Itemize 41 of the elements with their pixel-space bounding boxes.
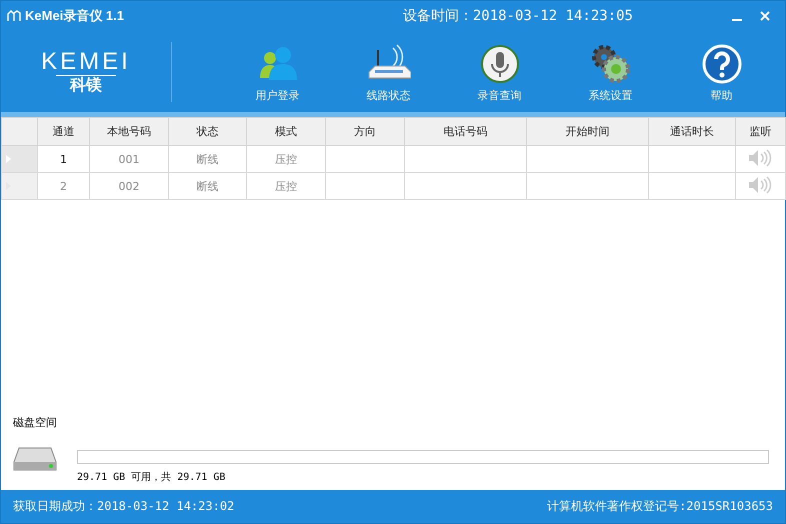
disk-space-reading: 29.71 GB 可用，共 29.71 GB [77,470,226,484]
toolbar-button[interactable]: 系统设置 [555,34,666,109]
row-header-corner [2,118,38,146]
column-header: 模式 [246,118,326,146]
column-header: 通道 [38,118,90,146]
registration-number: 计算机软件著作权登记号:2015SR103653 [547,498,773,515]
gears-icon [590,44,632,84]
row-header[interactable] [2,146,38,172]
column-header: 电话号码 [404,118,526,146]
close-icon [760,11,770,21]
speaker-icon[interactable] [748,176,774,194]
speaker-icon[interactable] [748,148,774,166]
disk-space-label: 磁盘空间 [13,415,58,430]
table-cell: 2 [38,172,90,200]
table-cell: 1 [38,146,90,172]
toolbar-button[interactable]: 用户登录 [222,34,333,109]
toolbar-button[interactable]: 线路状态 [333,34,444,109]
toolbar-button[interactable]: 录音查询 [444,34,555,109]
app-icon [7,10,21,22]
table-cell: 断线 [168,172,246,200]
column-header: 通话时长 [648,118,736,146]
microphone-icon [480,44,520,84]
logo-wordmark: KEMEI [41,49,131,75]
help-icon [702,44,742,84]
logo-subtitle: 科镁 [56,75,116,94]
column-header: 监听 [736,118,786,146]
table-cell: 001 [90,146,168,172]
minimize-icon [732,19,742,21]
column-header: 状态 [168,118,246,146]
toolbar-button[interactable]: 帮助 [666,34,777,109]
column-header: 本地号码 [90,118,168,146]
row-header[interactable] [2,172,38,200]
status-text: 获取日期成功：2018-03-12 14:23:02 [13,498,234,515]
column-header: 开始时间 [526,118,648,146]
device-time: 设备时间：2018-03-12 14:23:05 [402,7,633,25]
table-cell: 压控 [246,172,326,200]
window-title: KeMei录音仪 1.1 [25,7,124,25]
table-cell: 压控 [246,146,326,172]
table-cell: 002 [90,172,168,200]
table-cell: 断线 [168,146,246,172]
column-header: 方向 [326,118,404,146]
